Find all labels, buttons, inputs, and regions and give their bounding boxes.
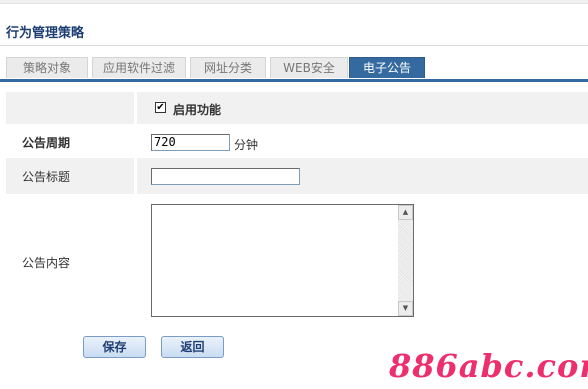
- content-label: 公告内容: [22, 256, 71, 270]
- tab-policy-object[interactable]: 策略对象: [6, 57, 88, 78]
- watermark-logo: 886abc.com: [389, 347, 588, 385]
- tab-bar: 策略对象 应用软件过滤 网址分类 WEB安全 电子公告: [6, 57, 588, 79]
- top-border: [0, 0, 588, 4]
- back-button[interactable]: 返回: [161, 336, 224, 358]
- tab-web-security[interactable]: WEB安全: [270, 57, 348, 78]
- tab-url-category[interactable]: 网址分类: [190, 57, 266, 78]
- save-button[interactable]: 保存: [83, 336, 146, 358]
- enable-checkbox[interactable]: ✔: [155, 102, 166, 113]
- textarea-scrollbar[interactable]: ▲ ▼: [398, 205, 413, 316]
- period-label: 公告周期: [22, 136, 71, 150]
- tab-announcement[interactable]: 电子公告: [349, 57, 425, 78]
- column-divider: [134, 92, 137, 124]
- enable-row: ✔ 启用功能: [6, 92, 588, 124]
- tab-app-filter[interactable]: 应用软件过滤: [92, 57, 186, 78]
- enable-label: 启用功能: [173, 103, 222, 117]
- subject-label: 公告标题: [22, 170, 71, 184]
- scroll-up-icon[interactable]: ▲: [398, 205, 413, 220]
- title-divider: [0, 45, 588, 46]
- content-row: 公告内容 ▲ ▼: [6, 194, 588, 322]
- subject-input[interactable]: [151, 168, 300, 185]
- tab-underline: [0, 79, 588, 82]
- content-textarea[interactable]: ▲ ▼: [151, 204, 414, 317]
- subject-row: 公告标题: [6, 158, 588, 194]
- period-input[interactable]: 720: [151, 134, 230, 151]
- column-divider: [134, 158, 137, 194]
- period-row: 公告周期 720 分钟: [6, 124, 588, 158]
- scroll-down-icon[interactable]: ▼: [398, 301, 413, 316]
- period-unit: 分钟: [234, 138, 259, 152]
- page-title: 行为管理策略: [6, 26, 85, 41]
